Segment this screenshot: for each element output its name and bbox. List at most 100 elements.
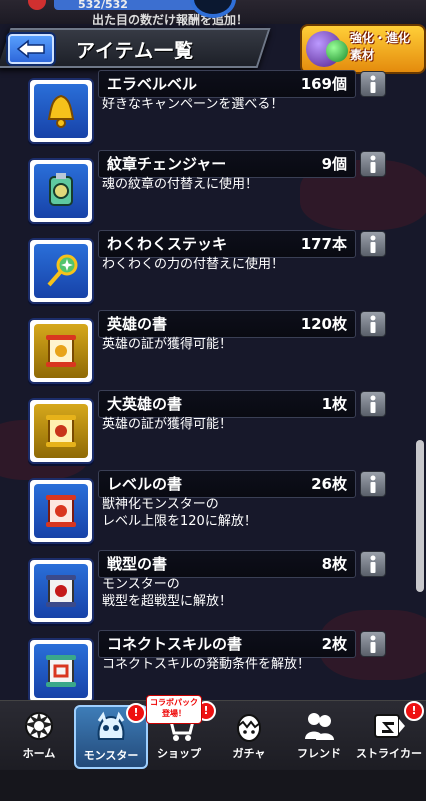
item-description: 英雄の証が獲得可能！ (102, 337, 233, 352)
item-quantity: 9個 (321, 155, 347, 173)
item-quantity: 8枚 (321, 555, 347, 573)
item-description: わくわくの力の付替えに使用！ (102, 257, 285, 272)
item-name: コネクトスキルの書 (107, 635, 243, 653)
item-name: 紋章チェンジャー (107, 155, 227, 173)
emblem-changer-icon (34, 164, 88, 218)
info-icon (370, 475, 376, 493)
item-icon-frame (28, 238, 94, 304)
item-icon-frame (28, 318, 94, 384)
item-name-bar: エラベルベル 169個 (98, 70, 356, 98)
item-info-button[interactable] (360, 231, 386, 257)
item-icon-frame (28, 158, 94, 224)
scrollbar[interactable] (416, 440, 424, 592)
nav-label: ホーム (22, 747, 56, 760)
item-name: 戦型の書 (107, 555, 168, 573)
item-name: 英雄の書 (107, 315, 168, 333)
stamina-text: 532/532 (78, 0, 128, 11)
item-name-bar: 英雄の書 120枚 (98, 310, 356, 338)
scroll-icon (34, 564, 88, 618)
player-rank-icon (28, 0, 46, 10)
collab-pack-badge: コラボパック 登場！ (146, 695, 202, 724)
item-quantity: 26枚 (311, 475, 347, 493)
evolution-materials-button[interactable]: 強化・進化素材 (300, 24, 426, 74)
friends-icon (301, 709, 337, 743)
home-indicator-area (0, 770, 426, 800)
item-info-button[interactable] (360, 71, 386, 97)
scroll-icon (34, 644, 88, 698)
status-strip: 532/532 出た目の数だけ報酬を追加！ (0, 0, 426, 27)
item-name: レベルの書 (107, 475, 183, 493)
item-name: わくわくステッキ (107, 235, 228, 253)
bell-icon (34, 84, 88, 138)
info-icon (370, 155, 376, 173)
item-name: エラベルベル (107, 75, 198, 93)
list-item[interactable]: 英雄の書 120枚 英雄の証が獲得可能！ (0, 310, 426, 390)
item-description: 好きなキャンペーンを選べる！ (102, 97, 284, 112)
item-quantity: 2枚 (321, 635, 347, 653)
info-icon (370, 635, 376, 653)
list-item[interactable]: わくわくステッキ 177本 わくわくの力の付替えに使用！ (0, 230, 426, 310)
item-info-button[interactable] (360, 471, 386, 497)
item-name-bar: 戦型の書 8枚 (98, 550, 356, 578)
list-item[interactable]: 戦型の書 8枚 モンスターの 戦型を超戦型に解放！ (0, 550, 426, 630)
item-description: 魂の紋章の付替えに使用！ (102, 177, 259, 192)
nav-gacha[interactable]: ガチャ (214, 705, 284, 765)
item-quantity: 1枚 (321, 395, 347, 413)
item-info-button[interactable] (360, 311, 386, 337)
nav-friends[interactable]: フレンド (284, 705, 354, 765)
nav-monster[interactable]: モンスター ! (74, 703, 148, 769)
item-icon-frame (28, 638, 94, 704)
nav-striker[interactable]: ストライカー ! (354, 701, 424, 765)
item-quantity: 177本 (300, 235, 347, 253)
item-info-button[interactable] (360, 391, 386, 417)
item-icon-frame (28, 78, 94, 144)
nav-label: ストライカー (356, 747, 422, 760)
info-icon (370, 395, 376, 413)
item-icon-frame (28, 478, 94, 544)
list-item[interactable]: コネクトスキルの書 2枚 コネクトスキルの発動条件を解放！ (0, 630, 426, 710)
nav-label: ショップ (157, 747, 201, 760)
scroll-icon (34, 404, 88, 458)
list-item[interactable]: エラベルベル 169個 好きなキャンペーンを選べる！ (0, 70, 426, 150)
info-icon (370, 75, 376, 93)
gacha-egg-icon (231, 709, 267, 743)
item-description: コネクトスキルの発動条件を解放！ (102, 657, 311, 672)
item-description: モンスターの 戦型を超戦型に解放！ (102, 577, 233, 609)
striker-icon (371, 709, 407, 743)
page-title: アイテム一覧 (76, 40, 195, 62)
back-arrow-icon (16, 39, 45, 59)
item-name-bar: コネクトスキルの書 2枚 (98, 630, 356, 658)
item-quantity: 169個 (300, 75, 347, 93)
scroll-icon (34, 324, 88, 378)
item-description: 英雄の証が獲得可能！ (102, 417, 233, 432)
scroll-icon (34, 484, 88, 538)
info-icon (370, 555, 376, 573)
list-item[interactable]: レベルの書 26枚 獣神化モンスターの レベル上限を120に解放！ (0, 470, 426, 550)
wand-icon (34, 244, 88, 298)
info-icon (370, 235, 376, 253)
nav-label: フレンド (297, 747, 341, 760)
evolution-materials-label: 強化・進化素材 (350, 31, 411, 62)
item-name-bar: 大英雄の書 1枚 (98, 390, 356, 418)
item-name: 大英雄の書 (107, 395, 183, 413)
material-gem-icon (326, 40, 348, 62)
item-info-button[interactable] (360, 551, 386, 577)
back-button[interactable] (6, 32, 56, 66)
list-item[interactable]: 大英雄の書 1枚 英雄の証が獲得可能！ (0, 390, 426, 470)
list-item[interactable]: 紋章チェンジャー 9個 魂の紋章の付替えに使用！ (0, 150, 426, 230)
header: アイテム一覧 強化・進化素材 (0, 24, 426, 74)
item-quantity: 120枚 (300, 315, 347, 333)
item-name-bar: わくわくステッキ 177本 (98, 230, 356, 258)
alert-badge: ! (404, 701, 424, 721)
nav-label: ガチャ (232, 747, 266, 760)
item-name-bar: 紋章チェンジャー 9個 (98, 150, 356, 178)
alert-badge: ! (126, 703, 146, 723)
stamina-bar (54, 0, 204, 10)
item-icon-frame (28, 398, 94, 464)
item-info-button[interactable] (360, 151, 386, 177)
item-info-button[interactable] (360, 631, 386, 657)
nav-label: モンスター (83, 749, 139, 762)
nav-home[interactable]: ホーム (4, 705, 74, 765)
item-list[interactable]: エラベルベル 169個 好きなキャンペーンを選べる！ 紋章チェンジャー 9個 魂… (0, 70, 426, 704)
item-description: 獣神化モンスターの レベル上限を120に解放！ (102, 497, 257, 529)
